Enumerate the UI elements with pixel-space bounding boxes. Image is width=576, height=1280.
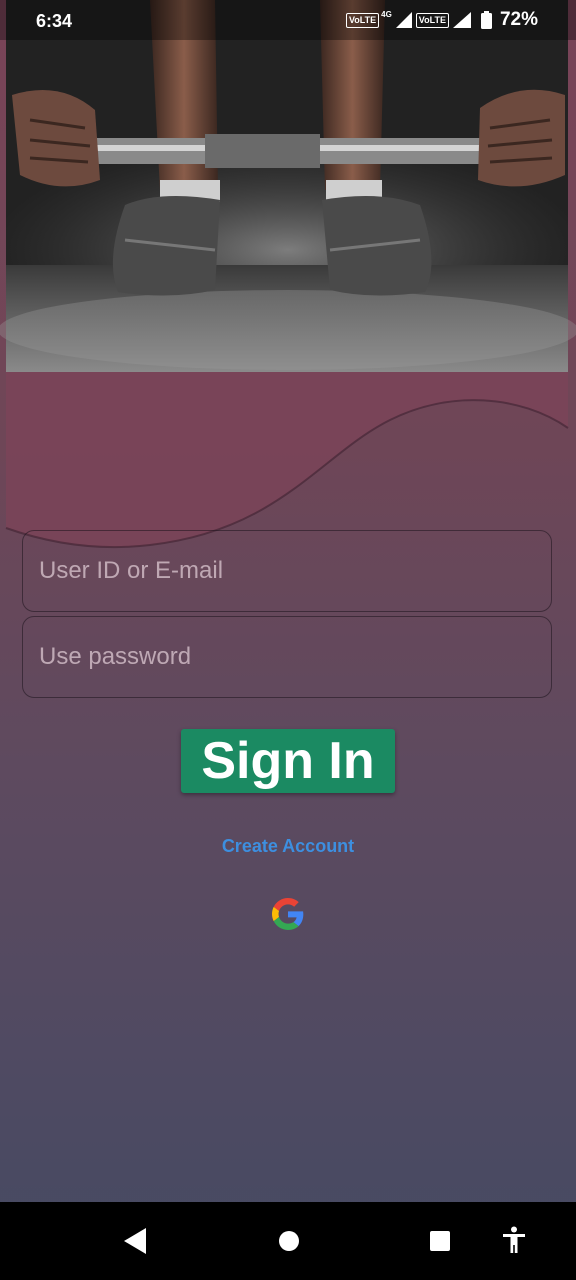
hero-image xyxy=(0,0,576,560)
recents-icon[interactable] xyxy=(429,1228,451,1259)
user-id-field[interactable] xyxy=(22,530,552,612)
navigation-bar xyxy=(0,1202,576,1280)
battery-icon xyxy=(480,11,492,29)
status-bar: 6:34 VoLTE 4G VoLTE 72% xyxy=(0,0,576,44)
status-time: 6:34 xyxy=(36,11,73,31)
signal-icon xyxy=(395,12,412,28)
create-account-link[interactable]: Create Account xyxy=(0,836,576,857)
google-icon[interactable] xyxy=(272,898,304,930)
back-icon[interactable] xyxy=(124,1228,146,1259)
accessibility-icon[interactable] xyxy=(502,1226,526,1259)
user-id-input[interactable] xyxy=(23,531,551,611)
password-field[interactable] xyxy=(22,616,552,698)
sign-in-button[interactable]: Sign In xyxy=(181,729,395,793)
volte-icon: VoLTE xyxy=(415,12,449,28)
password-input[interactable] xyxy=(23,617,551,697)
login-screen: 6:34 VoLTE 4G VoLTE 72% Sign In Create A… xyxy=(0,0,576,1280)
status-icons: VoLTE 4G VoLTE 72% xyxy=(345,9,538,31)
battery-percent: 72% xyxy=(499,9,538,30)
home-icon[interactable] xyxy=(278,1228,300,1259)
network-type-label: 4G xyxy=(381,9,392,19)
signal-icon xyxy=(452,12,471,28)
volte-icon: VoLTE xyxy=(345,12,380,28)
